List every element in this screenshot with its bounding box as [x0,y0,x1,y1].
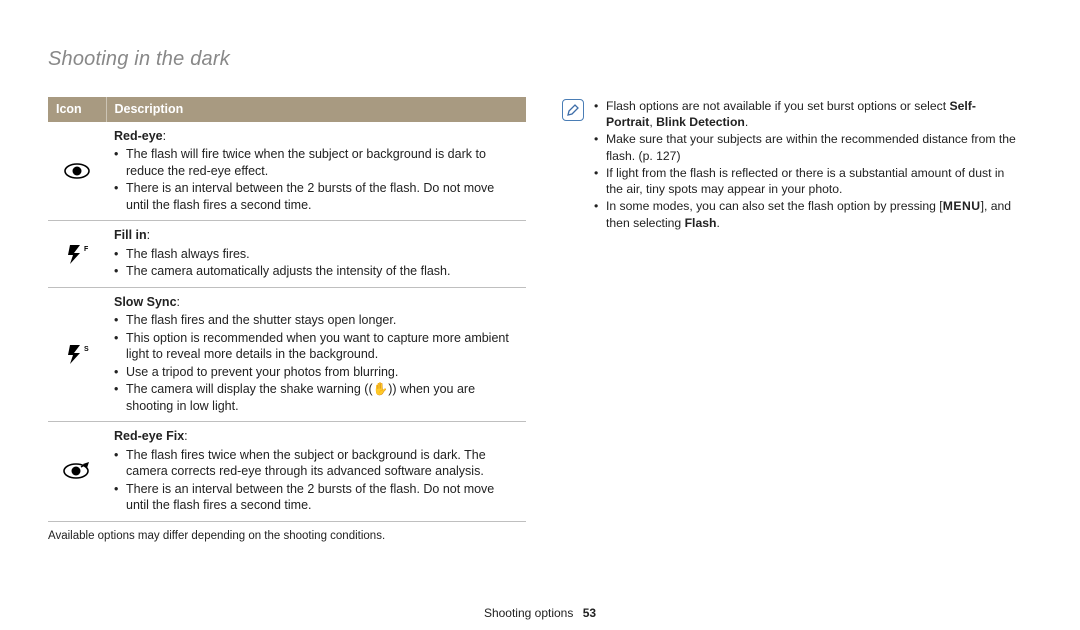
note-list: Flash options are not available if you s… [594,97,1020,232]
desc-cell: Red-eye Fix: The flash fires twice when … [106,422,526,522]
manual-page: Shooting in the dark Icon Description [0,0,1080,630]
bullet: The flash always fires. [114,246,518,263]
note-box: Flash options are not available if you s… [562,97,1020,232]
desc-cell: Red-eye: The flash will fire twice when … [106,122,526,221]
note-item: If light from the flash is reflected or … [594,165,1020,197]
icon-cell: S [48,287,106,422]
availability-note: Available options may differ depending o… [48,530,526,542]
bullet: Use a tripod to prevent your photos from… [114,364,518,381]
right-column: Flash options are not available if you s… [562,97,1020,542]
table-row: Red-eye: The flash will fire twice when … [48,122,526,221]
th-icon: Icon [48,97,106,122]
footer-page: 53 [583,606,596,620]
row-title: Slow Sync [114,295,177,309]
columns: Icon Description Red [48,97,1032,542]
red-eye-icon [64,162,90,180]
svg-text:F: F [84,246,89,253]
icon-cell [48,422,106,522]
table-row: F Fill in: The flash always fires. The c… [48,221,526,288]
bullet: The flash fires and the shutter stays op… [114,312,518,329]
table-row: Red-eye Fix: The flash fires twice when … [48,422,526,522]
flash-options-table: Icon Description Red [48,97,526,522]
svg-text:S: S [84,346,89,353]
note-item: Make sure that your subjects are within … [594,131,1020,163]
note-item: Flash options are not available if you s… [594,98,1020,130]
bullet: This option is recommended when you want… [114,330,518,363]
note-item: In some modes, you can also set the flas… [594,198,1020,230]
left-column: Icon Description Red [48,97,526,542]
note-icon [562,99,584,121]
table-row: S Slow Sync: The flash fires and the shu… [48,287,526,422]
icon-cell: F [48,221,106,288]
bullet: There is an interval between the 2 burst… [114,180,518,213]
bullet: There is an interval between the 2 burst… [114,481,518,514]
footer-section: Shooting options [484,606,573,620]
page-title: Shooting in the dark [48,48,1032,71]
menu-button-label: MENU [943,198,981,214]
fill-in-icon: F [64,243,90,265]
th-description: Description [106,97,526,122]
bullet: The flash will fire twice when the subje… [114,146,518,179]
slow-sync-icon: S [64,343,90,365]
icon-cell [48,122,106,221]
bullet: The flash fires twice when the subject o… [114,447,518,480]
row-title: Fill in [114,228,147,242]
bullet: The camera will display the shake warnin… [114,381,518,414]
page-footer: Shooting options 53 [0,606,1080,620]
desc-cell: Slow Sync: The flash fires and the shutt… [106,287,526,422]
desc-cell: Fill in: The flash always fires. The cam… [106,221,526,288]
row-title: Red-eye [114,129,163,143]
red-eye-fix-icon [63,461,91,481]
row-title: Red-eye Fix [114,429,184,443]
bullet: The camera automatically adjusts the int… [114,263,518,280]
